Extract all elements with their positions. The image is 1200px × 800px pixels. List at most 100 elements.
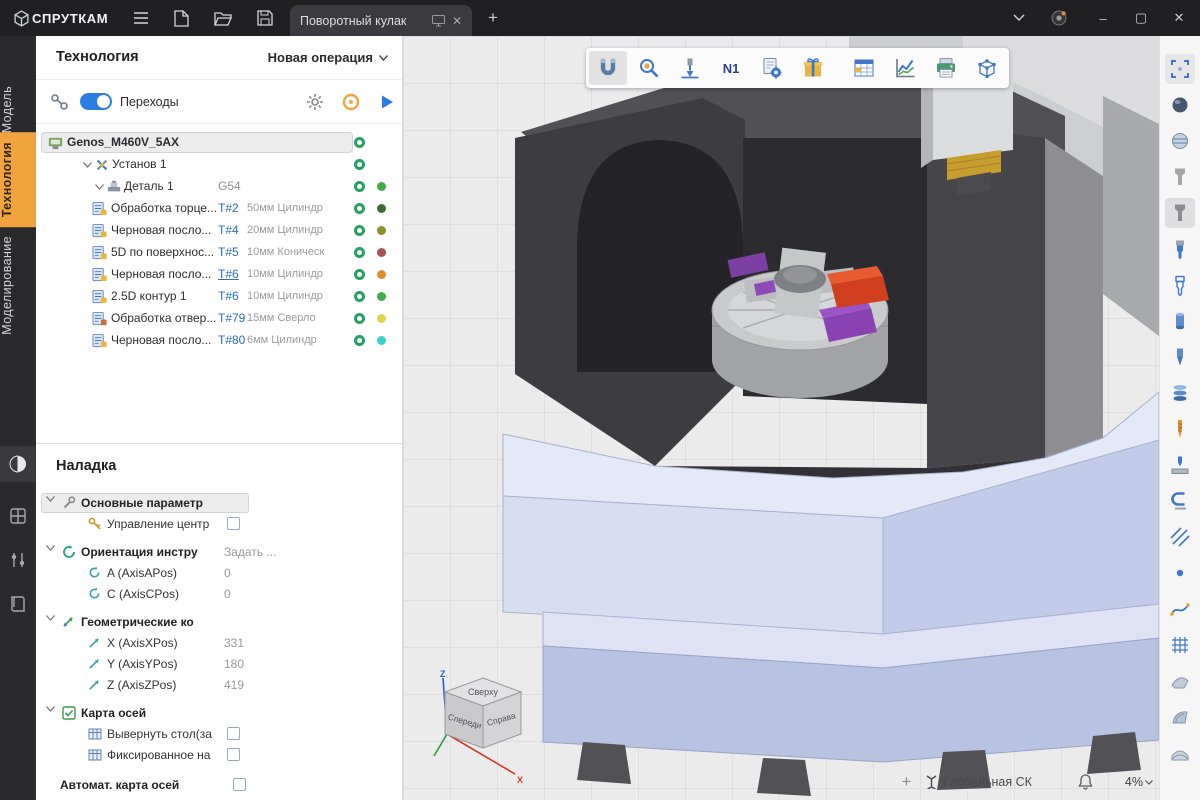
tree-node-label[interactable]: Обработка торце... <box>111 201 217 215</box>
holder-dark-icon[interactable] <box>1165 198 1195 228</box>
rail-tab-modeling[interactable]: Моделирование <box>0 226 36 345</box>
notifications-bell-icon[interactable] <box>1078 774 1093 790</box>
tool-number[interactable]: Т#2 <box>218 201 239 215</box>
tree-node-label[interactable]: 5D по поверхнос... <box>111 245 214 259</box>
surface-patch-icon[interactable] <box>1165 666 1195 696</box>
tool-number[interactable]: Т#4 <box>218 223 239 237</box>
parameter-row[interactable]: Фиксированное на <box>36 745 402 766</box>
warning-circle-icon[interactable] <box>340 91 362 113</box>
tool-number[interactable]: G54 <box>218 179 241 193</box>
parameter-row[interactable]: Геометрические ко <box>36 612 402 633</box>
stacked-discs-icon[interactable] <box>1165 378 1195 408</box>
tree-expander-icon[interactable] <box>80 157 95 172</box>
tree-node-label[interactable]: Черновая посло... <box>111 267 211 281</box>
parameter-value[interactable]: 419 <box>224 678 244 692</box>
settings-knob-icon[interactable] <box>1044 0 1074 36</box>
tree-node-label[interactable]: Черновая посло... <box>111 223 211 237</box>
tree-row[interactable]: 5D по поверхнос...Т#510мм Коническ <box>36 242 402 264</box>
parameter-row[interactable]: Z (AxisZPos)419 <box>36 675 402 696</box>
surface-patch3-icon[interactable] <box>1165 738 1195 768</box>
drill-bit-icon[interactable] <box>1165 414 1195 444</box>
tree-row[interactable]: Genos_M460V_5AX <box>36 132 402 154</box>
tree-node-label[interactable]: Установ 1 <box>112 157 167 171</box>
tree-row[interactable]: Черновая посло...Т#806мм Цилиндр <box>36 330 402 352</box>
operation-settings-button[interactable] <box>753 51 791 85</box>
parameter-row[interactable]: Основные параметр <box>36 493 402 514</box>
parameter-row[interactable]: Вывернуть стол(за <box>36 724 402 745</box>
tree-node-label[interactable]: Деталь 1 <box>124 179 174 193</box>
tool-tapered-icon[interactable] <box>1165 342 1195 372</box>
operation-status-ring[interactable] <box>354 313 365 324</box>
group-expander-icon[interactable] <box>46 545 59 558</box>
tool-search-button[interactable] <box>630 51 668 85</box>
parameter-value[interactable]: 180 <box>224 657 244 671</box>
surface-patch2-icon[interactable] <box>1165 702 1195 732</box>
tree-row[interactable]: 2.5D контур 1Т#610мм Цилиндр <box>36 286 402 308</box>
tool-number[interactable]: Т#79 <box>218 311 245 325</box>
parameter-row[interactable]: Y (AxisYPos)180 <box>36 654 402 675</box>
parameter-checkbox[interactable] <box>227 748 240 761</box>
shaded-sphere-icon[interactable] <box>1165 90 1195 120</box>
settings-gear-icon[interactable] <box>304 91 326 113</box>
view-cube[interactable]: Сверху Спереди Справа Z X <box>431 668 535 784</box>
clamp-bracket-icon[interactable] <box>1165 486 1195 516</box>
group-expander-icon[interactable] <box>46 615 59 628</box>
parameter-row[interactable]: Управление центр <box>36 514 402 535</box>
tool-number[interactable]: Т#5 <box>218 245 239 259</box>
point-icon[interactable] <box>1165 558 1195 588</box>
maximize-button[interactable]: ▢ <box>1126 0 1156 36</box>
new-file-button[interactable] <box>166 0 196 36</box>
tree-row[interactable]: Установ 1 <box>36 154 402 176</box>
coordinate-system-selector[interactable]: Глобальная СК <box>925 775 1032 789</box>
parameter-value[interactable]: Задать ... <box>224 545 276 559</box>
operation-status-ring[interactable] <box>354 247 365 258</box>
cylinder-tool-icon[interactable] <box>1165 306 1195 336</box>
tree-node-label[interactable]: Черновая посло... <box>111 333 211 347</box>
new-tab-button[interactable]: + <box>478 0 508 36</box>
viewcube-top-label[interactable]: Сверху <box>468 687 499 697</box>
group-expander-icon[interactable] <box>46 496 59 509</box>
tool-number[interactable]: Т#80 <box>218 333 245 347</box>
operation-status-ring[interactable] <box>354 335 365 346</box>
save-button[interactable] <box>250 0 280 36</box>
parameter-row[interactable]: Автомат. карта осей <box>36 775 402 796</box>
table-view-button[interactable] <box>845 51 883 85</box>
operation-status-ring[interactable] <box>354 203 365 214</box>
viewport-3d[interactable]: N1 Сверху Спереди Справа Z X + Глобальна… <box>403 36 1159 800</box>
holder-gray-icon[interactable] <box>1165 162 1195 192</box>
tool-measure-button[interactable] <box>671 51 709 85</box>
tree-node-label[interactable]: Genos_M460V_5AX <box>67 135 179 149</box>
slider-icon[interactable] <box>0 542 36 578</box>
grid-icon[interactable] <box>0 498 36 534</box>
add-cs-button[interactable]: + <box>901 772 911 792</box>
tree-row[interactable]: Черновая посло...Т#420мм Цилиндр <box>36 220 402 242</box>
zoom-level[interactable]: 4% <box>1125 775 1153 789</box>
parameter-row[interactable]: Ориентация инструЗадать ... <box>36 542 402 563</box>
print-button[interactable] <box>927 51 965 85</box>
select-frame-icon[interactable] <box>1165 54 1195 84</box>
new-operation-button[interactable]: Новая операция <box>268 50 388 65</box>
parameter-value[interactable]: 0 <box>224 587 231 601</box>
book-icon[interactable] <box>0 586 36 622</box>
nc-code-button[interactable]: N1 <box>712 51 750 85</box>
parameter-row[interactable]: A (AxisAPos)0 <box>36 563 402 584</box>
parameter-row[interactable]: Карта осей <box>36 703 402 724</box>
setup-sphere-icon[interactable] <box>0 446 36 482</box>
minimize-button[interactable]: – <box>1088 0 1118 36</box>
main-menu-button[interactable] <box>126 0 156 36</box>
operation-status-ring[interactable] <box>354 269 365 280</box>
document-tab[interactable]: Поворотный кулак ✕ <box>290 5 472 36</box>
parameter-row[interactable]: X (AxisXPos)331 <box>36 633 402 654</box>
tree-row[interactable]: Деталь 1 G54 <box>36 176 402 198</box>
parameter-checkbox[interactable] <box>227 727 240 740</box>
tree-row[interactable]: Обработка отвер...Т#7915мм Сверло <box>36 308 402 330</box>
transitions-toggle[interactable] <box>80 93 112 110</box>
parameter-value[interactable]: 331 <box>224 636 244 650</box>
titlebar-chevron-down-icon[interactable] <box>1004 0 1034 36</box>
tree-row[interactable]: Черновая посло...Т#610мм Цилиндр <box>36 264 402 286</box>
run-simulation-button[interactable] <box>376 91 398 113</box>
tree-expander-icon[interactable] <box>92 179 107 194</box>
graph-view-button[interactable] <box>886 51 924 85</box>
operation-status-ring[interactable] <box>354 159 365 170</box>
open-file-button[interactable] <box>208 0 238 36</box>
